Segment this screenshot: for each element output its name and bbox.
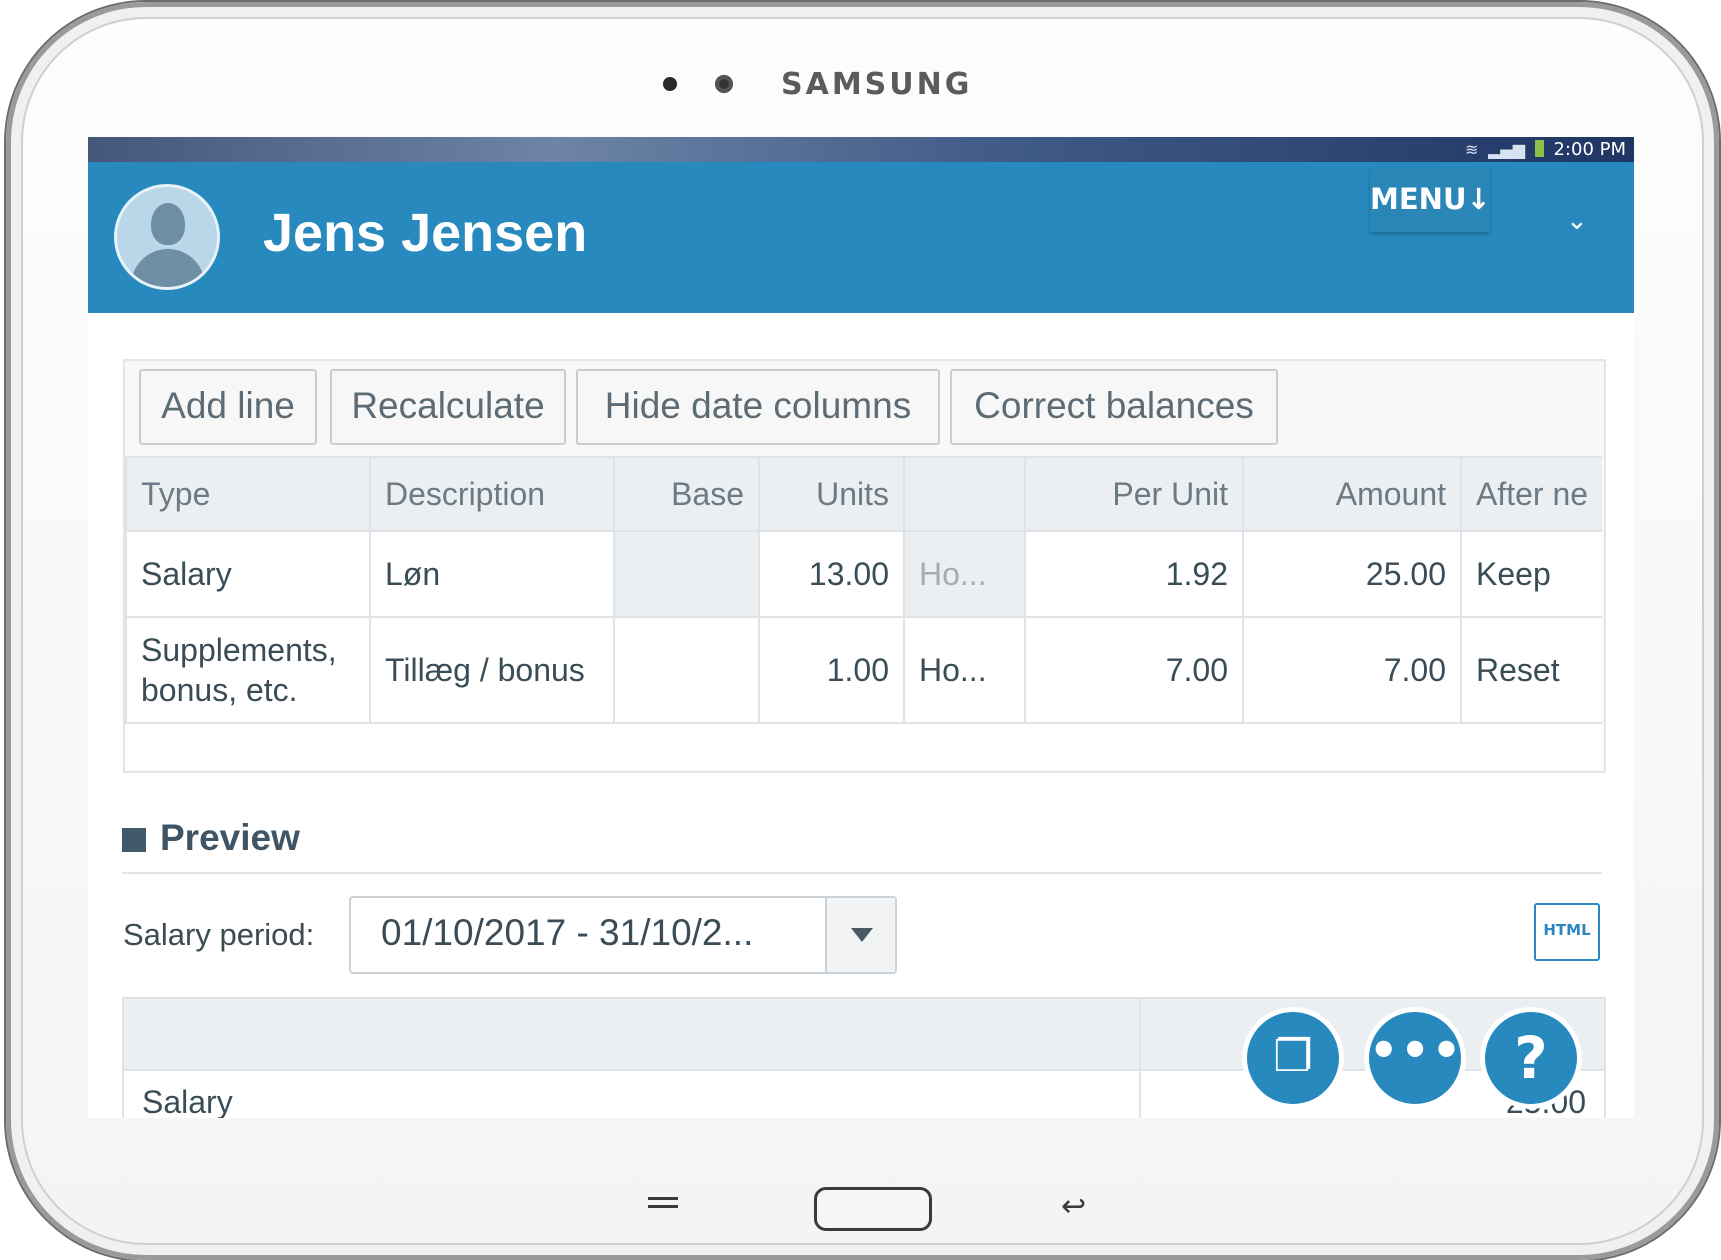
avatar[interactable]	[114, 184, 220, 290]
hardware-menu-button[interactable]	[648, 1197, 678, 1217]
column-header-after[interactable]: After ne	[1460, 456, 1602, 532]
grid-header-row: Type Description Base Units Per Unit Amo…	[125, 456, 1602, 532]
column-header-description[interactable]: Description	[369, 456, 615, 532]
sensor-icon	[715, 75, 733, 93]
status-time: 2:00 PM	[1553, 139, 1626, 160]
dropdown-arrow-icon[interactable]	[825, 898, 895, 972]
correct-balances-button[interactable]: Correct balances	[950, 369, 1278, 445]
cell-unit-type[interactable]: Ho...	[903, 616, 1026, 724]
add-line-button[interactable]: Add line	[139, 369, 317, 445]
divider	[1139, 999, 1141, 1118]
preview-row-label: Salary	[142, 1084, 233, 1118]
column-header-amount[interactable]: Amount	[1242, 456, 1462, 532]
cell-description[interactable]: Tillæg / bonus	[369, 616, 615, 724]
hide-date-columns-button[interactable]: Hide date columns	[576, 369, 940, 445]
cell-per-unit[interactable]: 1.92	[1024, 530, 1244, 618]
cell-amount[interactable]: 25.00	[1242, 530, 1462, 618]
preview-title: Preview	[160, 817, 300, 858]
salary-period-label: Salary period:	[123, 917, 315, 952]
salary-lines-panel: Add line Recalculate Hide date columns C…	[123, 359, 1606, 773]
app-header: Jens Jensen MENU↓ ⌄	[88, 162, 1634, 313]
column-header-unit-type[interactable]	[903, 456, 1026, 532]
cell-units[interactable]: 1.00	[758, 616, 905, 724]
page-title: Jens Jensen	[263, 203, 588, 263]
salary-period-select[interactable]: 01/10/2017 - 31/10/2...	[349, 896, 897, 974]
device-brand: SAMSUNG	[781, 67, 973, 102]
app-screen: ≋ ▂▄▆ 2:00 PM Jens Jensen MENU↓ ⌄ Add li…	[88, 137, 1634, 1118]
camera-icon	[663, 77, 677, 91]
column-header-per-unit[interactable]: Per Unit	[1024, 456, 1244, 532]
table-row[interactable]: Salary Løn 13.00 Ho... 1.92 25.00 Keep	[125, 530, 1602, 618]
cell-units[interactable]: 13.00	[758, 530, 905, 618]
status-bar: ≋ ▂▄▆ 2:00 PM	[88, 137, 1634, 162]
hardware-back-button[interactable]: ↩	[1061, 1189, 1086, 1224]
cell-after[interactable]: Reset	[1460, 616, 1602, 724]
table-row[interactable]: Supplements, bonus, etc. Tillæg / bonus …	[125, 616, 1602, 724]
column-header-type[interactable]: Type	[125, 456, 371, 532]
cell-unit-type[interactable]: Ho...	[903, 530, 1026, 618]
chevron-down-icon[interactable]: ⌄	[1566, 206, 1588, 236]
help-icon[interactable]: ?	[1480, 1007, 1582, 1109]
cell-base[interactable]	[613, 616, 760, 724]
column-header-base[interactable]: Base	[613, 456, 760, 532]
cell-base[interactable]	[613, 530, 760, 618]
battery-icon	[1534, 140, 1544, 157]
salary-period-value[interactable]: 01/10/2017 - 31/10/2...	[381, 912, 753, 954]
cell-per-unit[interactable]: 7.00	[1024, 616, 1244, 724]
cell-after[interactable]: Keep	[1460, 530, 1602, 618]
column-header-units[interactable]: Units	[758, 456, 905, 532]
html-export-icon[interactable]: HTML	[1534, 903, 1600, 961]
menu-button[interactable]: MENU↓	[1370, 168, 1491, 232]
signal-icon: ▂▄▆	[1488, 140, 1525, 159]
cell-type[interactable]: Salary	[125, 530, 371, 618]
copy-icon[interactable]: ❐	[1242, 1007, 1344, 1109]
divider	[122, 872, 1602, 874]
cell-amount[interactable]: 7.00	[1242, 616, 1462, 724]
more-icon[interactable]: •••	[1364, 1007, 1466, 1109]
cell-type[interactable]: Supplements, bonus, etc.	[125, 616, 371, 724]
section-marker-icon	[122, 828, 146, 852]
cell-description[interactable]: Løn	[369, 530, 615, 618]
hardware-home-button[interactable]	[814, 1187, 932, 1231]
wifi-icon: ≋	[1464, 140, 1479, 159]
salary-lines-grid: Type Description Base Units Per Unit Amo…	[125, 456, 1602, 770]
recalculate-button[interactable]: Recalculate	[330, 369, 566, 445]
